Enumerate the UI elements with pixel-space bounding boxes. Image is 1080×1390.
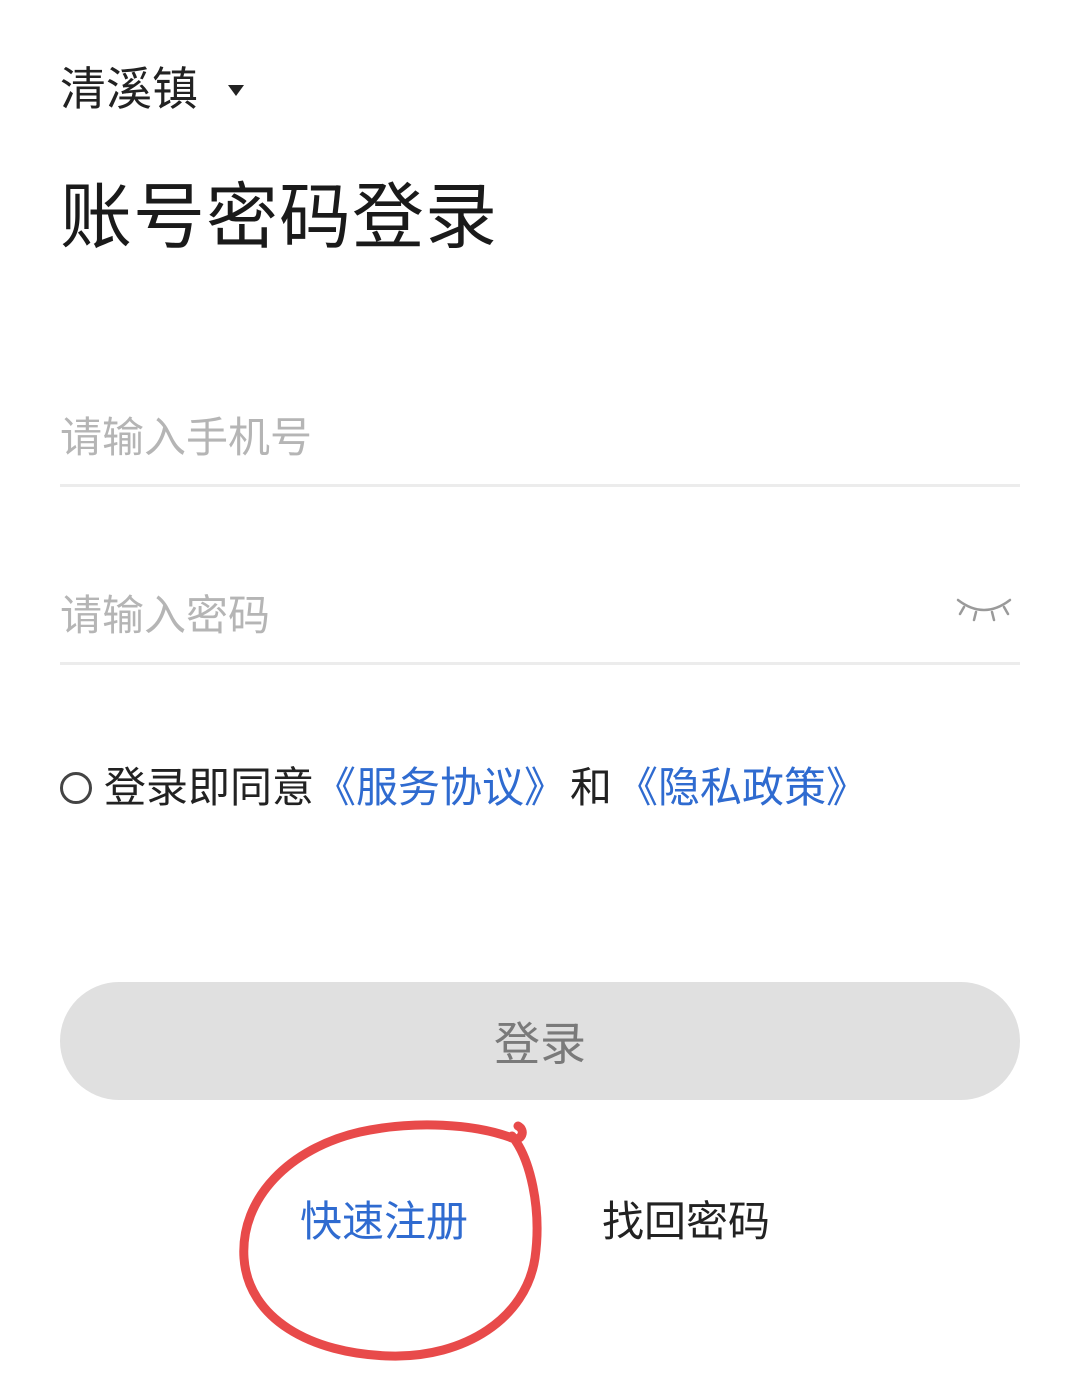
- login-button[interactable]: 登录: [60, 982, 1020, 1100]
- page-title: 账号密码登录: [60, 175, 499, 259]
- quick-register-link[interactable]: 快速注册: [300, 1192, 468, 1252]
- phone-field: [60, 402, 1020, 487]
- location-selector[interactable]: 清溪镇: [60, 58, 244, 120]
- location-name: 清溪镇: [60, 62, 198, 116]
- password-field: [60, 580, 1020, 665]
- agreement-and: 和: [570, 763, 613, 812]
- agreement-prefix: 登录即同意: [104, 763, 315, 812]
- caret-down-icon: [228, 84, 244, 96]
- eye-closed-icon[interactable]: [954, 590, 1014, 630]
- agreement-radio[interactable]: [60, 772, 92, 804]
- agreement-row: 登录即同意 《服务协议》 和 《隐私政策》: [60, 760, 868, 816]
- password-input[interactable]: [60, 580, 920, 650]
- privacy-policy-link[interactable]: 《隐私政策》: [616, 760, 868, 816]
- recover-password-link[interactable]: 找回密码: [602, 1192, 770, 1252]
- bottom-links: 快速注册 找回密码: [0, 1192, 1080, 1252]
- service-agreement-link[interactable]: 《服务协议》: [314, 760, 566, 816]
- phone-input[interactable]: [60, 402, 920, 472]
